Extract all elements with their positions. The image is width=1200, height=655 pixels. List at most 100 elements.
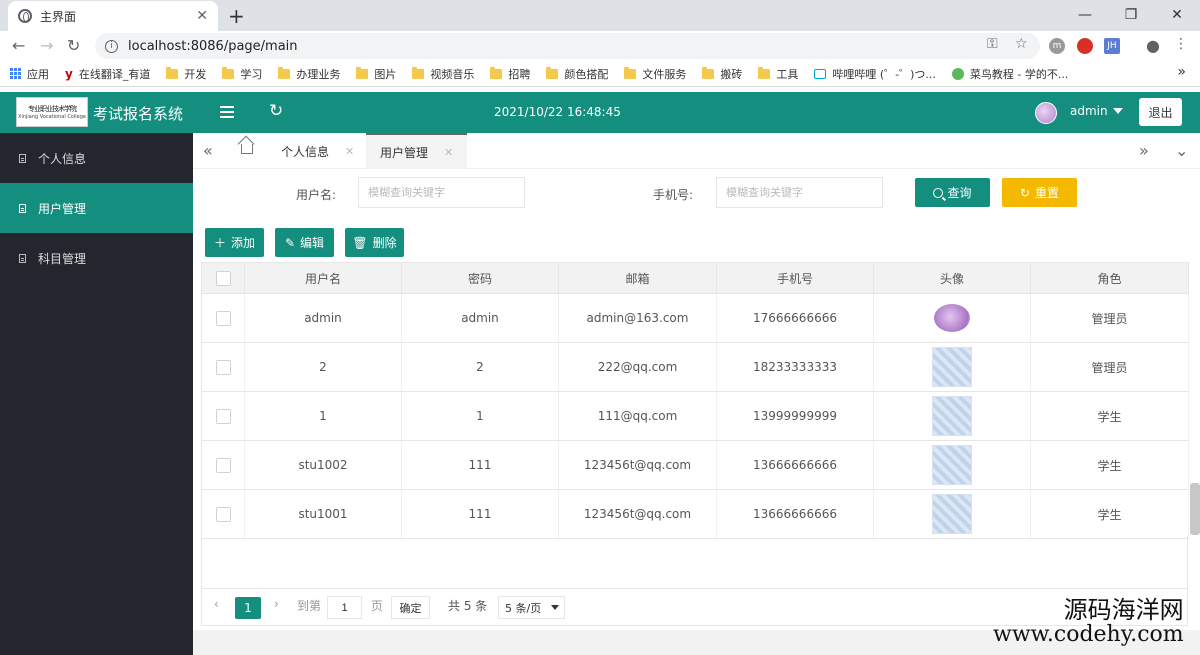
extension-red-icon[interactable] [1077,38,1093,54]
bookmark-folder[interactable]: 办理业务 [278,66,340,82]
goto-page-input[interactable] [327,596,362,619]
star-icon[interactable]: ☆ [1015,36,1028,52]
bookmark-runoob[interactable]: 菜鸟教程 - 学的不... [951,66,1068,82]
bookmark-folder[interactable]: 搬砖 [702,66,742,82]
table-row[interactable]: admin admin admin@163.com 17666666666 管理… [201,293,1189,343]
row-checkbox[interactable] [215,457,231,473]
sidebar-item-profile[interactable]: 个人信息 [0,133,193,183]
column-header[interactable]: 头像 [873,262,1031,294]
edit-button[interactable]: ✎ 编辑 [275,228,334,257]
browser-tab[interactable]: 主界面 ✕ [8,1,218,31]
column-header[interactable]: 邮箱 [558,262,717,294]
bookmark-folder[interactable]: 开发 [166,66,206,82]
cell-password: 2 [401,342,559,392]
column-header[interactable]: 手机号 [716,262,874,294]
minimize-button[interactable]: — [1062,0,1108,30]
search-icon [933,187,944,198]
row-checkbox[interactable] [215,310,231,326]
url-input[interactable]: i localhost:8086/page/main [95,33,1040,59]
close-icon[interactable]: ✕ [444,146,453,159]
bookmark-bilibili[interactable]: 哔哩哔哩 (゜-゜)つ... [814,66,936,82]
row-checkbox[interactable] [215,359,231,375]
back-button[interactable]: ← [12,36,25,55]
row-checkbox-cell[interactable] [201,391,245,441]
bookmarks-more-icon[interactable]: » [1177,64,1186,80]
table-row[interactable]: 1 1 111@qq.com 13999999999 学生 [201,391,1189,441]
refresh-icon[interactable]: ↻ [269,101,283,121]
username-label: 用户名: [296,188,337,202]
key-icon[interactable]: ⚿ [987,36,998,52]
sidebar-item-users[interactable]: 用户管理 [0,183,193,233]
bookmark-apps[interactable]: 应用 [10,66,49,82]
bookmark-folder[interactable]: 视频音乐 [412,66,474,82]
reload-button[interactable]: ↻ [67,36,80,55]
user-avatar[interactable] [1035,102,1057,124]
close-icon[interactable]: ✕ [345,145,354,158]
logout-button[interactable]: 退出 [1139,98,1182,126]
column-header[interactable]: 密码 [401,262,559,294]
forward-button[interactable]: → [40,36,53,55]
extension-m-icon[interactable]: m [1049,38,1065,54]
row-checkbox[interactable] [215,506,231,522]
close-window-button[interactable]: ✕ [1154,0,1200,30]
bookmark-folder[interactable]: 招聘 [490,66,530,82]
bookmark-folder[interactable]: 颜色搭配 [546,66,608,82]
folder-icon [624,66,637,79]
scrollbar-thumb[interactable] [1190,483,1200,535]
menu-toggle-icon[interactable] [220,106,234,118]
phone-search-input[interactable] [716,177,883,208]
row-checkbox[interactable] [215,408,231,424]
sidebar-item-subjects[interactable]: 科目管理 [0,233,193,283]
extension-jh-icon[interactable]: JH [1104,38,1120,54]
add-button[interactable]: ＋添加 [205,228,264,257]
page-size-select[interactable]: 5 条/页 [498,596,565,619]
table-row[interactable]: stu1002 111 123456t@qq.com 13666666666 学… [201,440,1189,490]
folder-icon [412,66,425,79]
new-tab-button[interactable]: + [228,4,245,28]
tabs-scroll-left-icon[interactable]: « [203,141,213,160]
column-header[interactable]: 角色 [1030,262,1189,294]
cell-email: 123456t@qq.com [558,489,717,539]
username-search-input[interactable] [358,177,525,208]
tab-profile[interactable]: 个人信息 ✕ [267,133,368,169]
row-checkbox-cell[interactable] [201,342,245,392]
table-row[interactable]: 2 2 222@qq.com 18233333333 管理员 [201,342,1189,392]
folder-icon [356,66,369,79]
user-table: 用户名 密码 邮箱 手机号 头像 角色 admin admin admin@16… [201,262,1189,539]
reset-button[interactable]: ↻ 重置 [1002,178,1077,207]
row-checkbox-cell[interactable] [201,293,245,343]
sidebar: 个人信息 用户管理 科目管理 [0,133,193,655]
current-page-button[interactable]: 1 [235,597,261,619]
url-text: localhost:8086/page/main [128,38,298,54]
cell-role: 学生 [1030,391,1189,441]
tabs-scroll-right-icon[interactable]: » [1139,141,1149,160]
user-menu[interactable]: admin [1070,104,1123,118]
caret-down-icon [1112,108,1123,114]
bookmark-folder[interactable]: 文件服务 [624,66,686,82]
info-icon[interactable]: i [105,39,118,53]
next-page-icon[interactable]: › [274,597,279,611]
table-row[interactable]: stu1001 111 123456t@qq.com 13666666666 学… [201,489,1189,539]
query-button[interactable]: 查询 [915,178,990,207]
tab-users[interactable]: 用户管理 ✕ [366,133,468,169]
account-icon[interactable]: ● [1146,36,1160,55]
select-all-cell[interactable] [201,262,245,294]
select-all-checkbox[interactable] [215,270,231,286]
bookmark-youdao[interactable]: y 在线翻译_有道 [65,66,150,82]
close-tab-icon[interactable]: ✕ [196,8,208,24]
bookmark-folder[interactable]: 图片 [356,66,396,82]
menu-dots-icon[interactable]: ⋮ [1174,36,1188,52]
row-checkbox-cell[interactable] [201,489,245,539]
column-header[interactable]: 用户名 [244,262,402,294]
chevron-down-icon[interactable]: ⌄ [1175,141,1188,160]
delete-button[interactable]: 🗑 删除 [345,228,404,257]
bookmark-folder[interactable]: 工具 [758,66,798,82]
home-icon[interactable] [241,144,253,154]
sidebar-item-label: 科目管理 [38,251,87,266]
bookmark-folder[interactable]: 学习 [222,66,262,82]
maximize-button[interactable]: ❐ [1108,0,1154,30]
row-checkbox-cell[interactable] [201,440,245,490]
confirm-page-button[interactable]: 确定 [391,596,430,619]
prev-page-icon[interactable]: ‹ [214,597,219,611]
document-icon [19,153,26,163]
